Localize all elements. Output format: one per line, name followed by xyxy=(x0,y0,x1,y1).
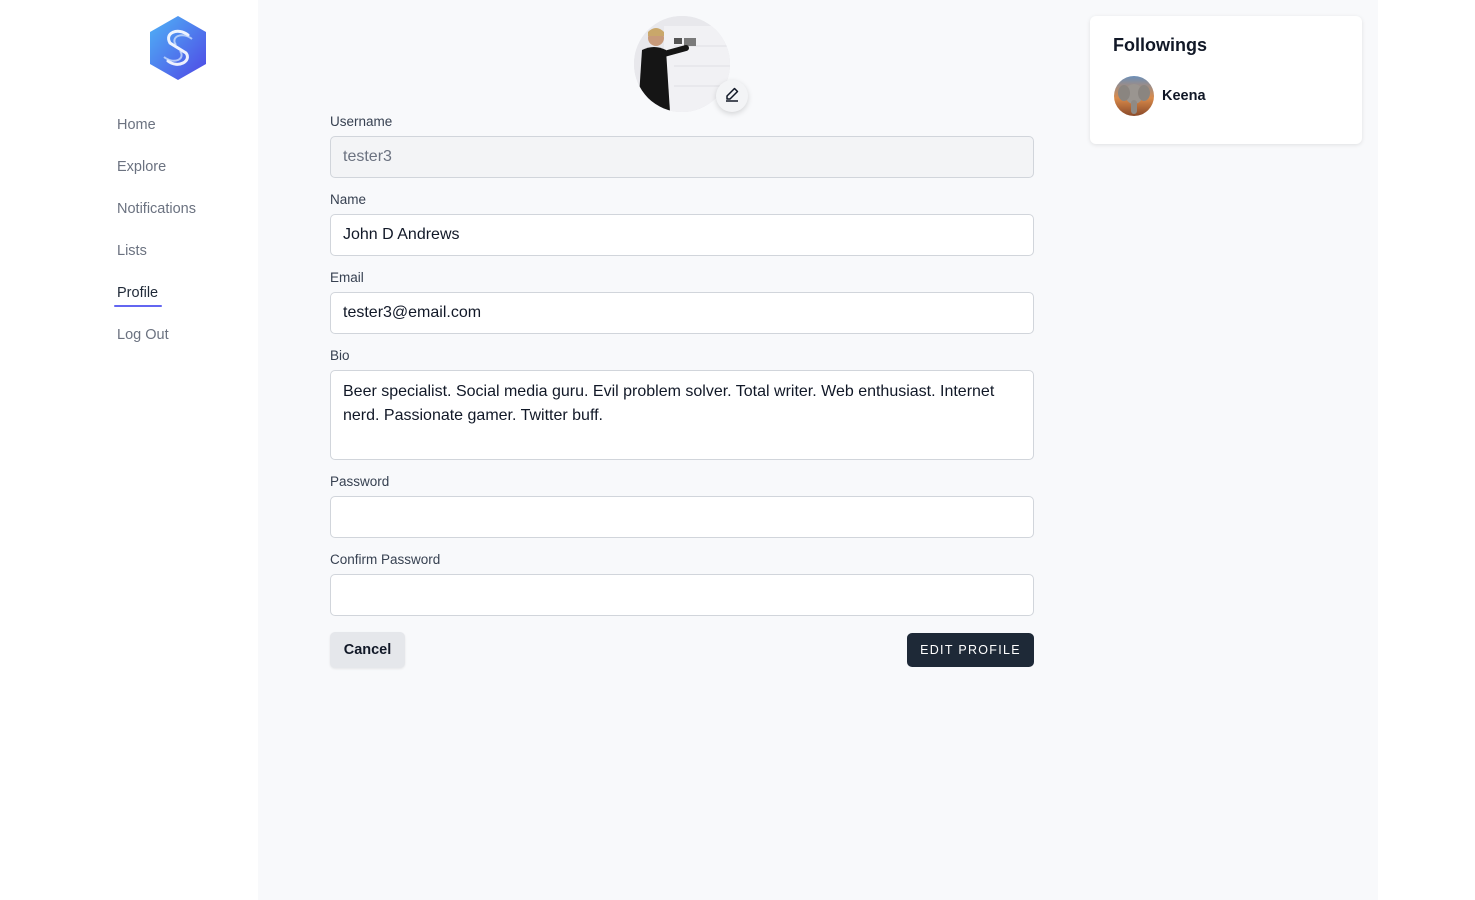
nav-item-lists[interactable]: Lists xyxy=(117,240,196,282)
following-avatar[interactable] xyxy=(1114,76,1154,116)
edit-profile-form: Username Name Email Bio Beer specialist.… xyxy=(330,112,1034,628)
name-label: Name xyxy=(330,192,367,207)
nav-item-explore[interactable]: Explore xyxy=(117,156,196,198)
nav-item-notifications[interactable]: Notifications xyxy=(117,198,196,240)
edit-avatar-button[interactable] xyxy=(716,80,748,112)
followings-card: Followings Keena xyxy=(1090,16,1362,144)
following-item[interactable]: Keena xyxy=(1114,76,1206,116)
main-nav: Home Explore Notifications Lists Profile… xyxy=(114,114,196,366)
right-gutter xyxy=(1378,0,1475,900)
edit-profile-button[interactable]: EDIT PROFILE xyxy=(907,633,1034,667)
username-field[interactable] xyxy=(330,136,1034,178)
email-label: Email xyxy=(330,270,364,285)
nav-item-home[interactable]: Home xyxy=(117,114,196,156)
nav-item-log-out[interactable]: Log Out xyxy=(117,324,196,366)
password-field[interactable] xyxy=(330,496,1034,538)
name-field[interactable] xyxy=(330,214,1034,256)
bio-label: Bio xyxy=(330,348,350,363)
email-field[interactable] xyxy=(330,292,1034,334)
nav-item-profile[interactable]: Profile xyxy=(114,282,196,324)
profile-avatar-container xyxy=(634,16,748,112)
app-logo-icon[interactable] xyxy=(148,15,208,81)
followings-title: Followings xyxy=(1113,35,1207,55)
bio-field[interactable]: Beer specialist. Social media guru. Evil… xyxy=(330,370,1034,460)
confirm-password-field[interactable] xyxy=(330,574,1034,616)
following-name[interactable]: Keena xyxy=(1162,88,1206,104)
username-label: Username xyxy=(330,114,393,129)
password-label: Password xyxy=(330,474,390,489)
confirm-password-label: Confirm Password xyxy=(330,552,441,567)
pencil-icon xyxy=(724,86,740,107)
sidebar: Home Explore Notifications Lists Profile… xyxy=(0,0,258,900)
form-actions: Cancel EDIT PROFILE xyxy=(330,632,1034,668)
cancel-button[interactable]: Cancel xyxy=(330,632,405,668)
